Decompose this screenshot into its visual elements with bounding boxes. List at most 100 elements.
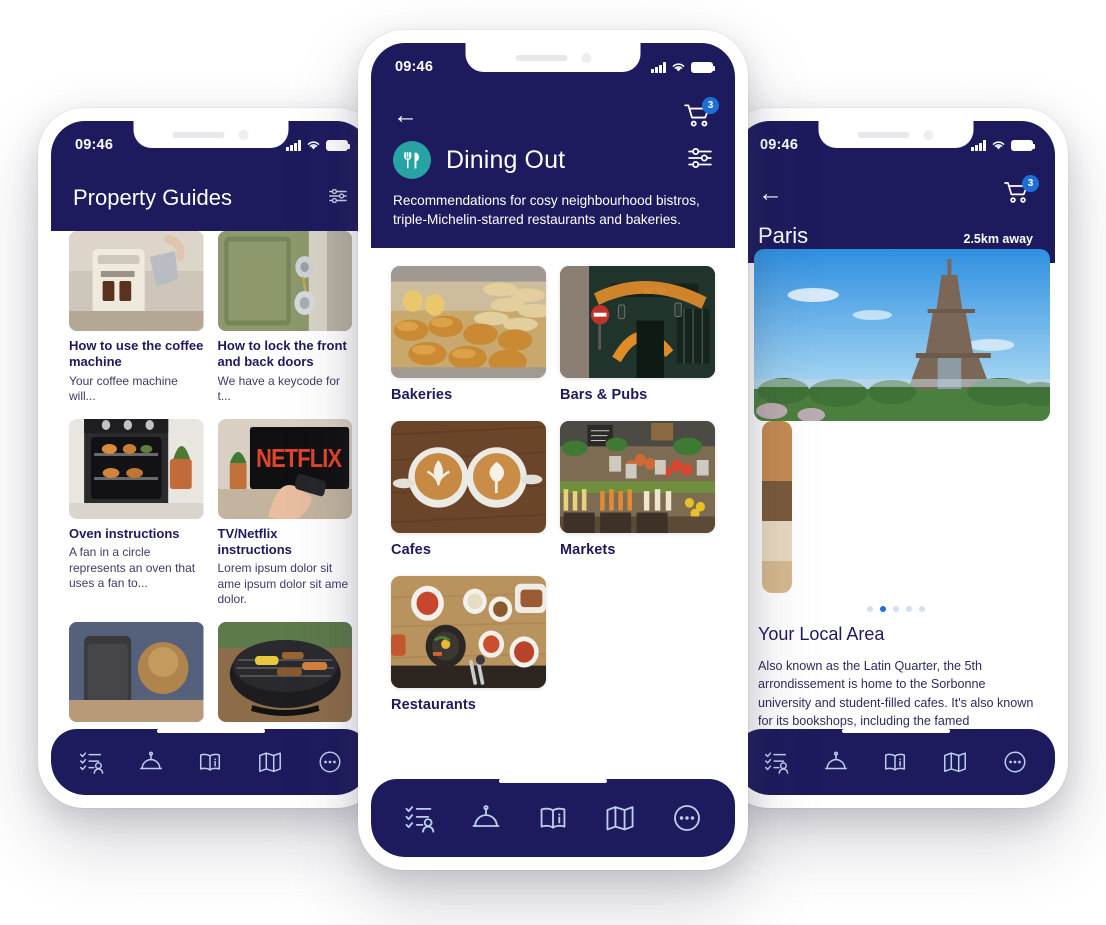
- home-indicator: [499, 779, 607, 783]
- room-service-bell-icon[interactable]: [823, 749, 849, 775]
- status-icons: [286, 139, 351, 151]
- pastries-photo: [391, 265, 546, 378]
- status-time: 09:46: [395, 59, 434, 75]
- room-service-bell-icon[interactable]: [138, 749, 164, 775]
- left-page-title-row: Property Guides: [51, 169, 370, 231]
- carousel-dot[interactable]: [892, 606, 899, 612]
- pub-facade-photo: N° 58: [560, 265, 715, 378]
- room-service-bell-icon[interactable]: [470, 802, 502, 834]
- center-header: 09:46 ← 3 Dining Out Recommendations for…: [371, 43, 735, 248]
- svg-text:NETFLIX: NETFLIX: [256, 444, 342, 473]
- hero-carousel[interactable]: [736, 249, 1055, 593]
- guide-card[interactable]: How to use the coffee machine Your coffe…: [69, 231, 204, 405]
- back-arrow-icon[interactable]: ←: [393, 102, 418, 128]
- signal-bars-icon: [971, 140, 986, 151]
- carousel-dot[interactable]: [918, 606, 925, 612]
- more-dots-icon[interactable]: [317, 749, 343, 775]
- category-tile[interactable]: Cafes: [391, 420, 546, 558]
- wifi-icon: [672, 63, 685, 72]
- status-time: 09:46: [75, 137, 114, 153]
- phone-left-screen: 09:46 Property Guides How to use the cof…: [51, 121, 370, 795]
- more-dots-icon[interactable]: [1002, 749, 1028, 775]
- guide-title: How to use the coffee machine: [69, 338, 204, 370]
- open-book-info-icon[interactable]: [197, 749, 223, 775]
- section-title: Your Local Area: [758, 624, 885, 644]
- right-topbar: ← 3: [736, 169, 1055, 215]
- filter-sliders-icon[interactable]: [687, 146, 713, 175]
- home-indicator: [841, 729, 950, 733]
- distance-label: 2.5km away: [963, 232, 1034, 246]
- carousel-dot-active[interactable]: [879, 606, 886, 612]
- center-title-row: Dining Out: [371, 137, 735, 179]
- carousel-dot[interactable]: [866, 606, 873, 612]
- map-icon[interactable]: [604, 802, 636, 834]
- cart-badge: 3: [1022, 175, 1039, 192]
- status-icons: [651, 61, 716, 73]
- page-title: Paris: [758, 223, 809, 248]
- earpiece-speaker: [172, 131, 225, 138]
- phone-right-screen: 09:46 ← 3 Paris 2.5km away Your Local Ar…: [736, 121, 1055, 795]
- carousel-dots[interactable]: [736, 593, 1055, 618]
- bbq-grill-photo: [217, 621, 352, 722]
- more-dots-icon[interactable]: [671, 802, 703, 834]
- notch-left: [133, 121, 288, 148]
- guide-card[interactable]: How to lock the front and back doors We …: [217, 231, 352, 405]
- guide-desc: A fan in a circle represents an oven tha…: [69, 544, 196, 591]
- checklist-person-icon[interactable]: [763, 749, 789, 775]
- battery-icon: [1011, 140, 1036, 151]
- guide-desc: Your coffee machine will...: [69, 373, 178, 404]
- back-arrow-icon[interactable]: ←: [758, 180, 783, 206]
- phone-left: 09:46 Property Guides How to use the cof…: [38, 108, 383, 808]
- carousel-next-photo: [762, 421, 792, 593]
- category-tile-label: Restaurants: [391, 696, 476, 713]
- map-icon[interactable]: [942, 749, 968, 775]
- category-tile-label: Bakeries: [391, 386, 453, 403]
- center-topbar: ← 3: [371, 91, 735, 137]
- wifi-icon: [992, 141, 1005, 150]
- tabbar-center: [371, 779, 735, 857]
- speaker-photo: [69, 621, 204, 722]
- cart-badge: 3: [702, 97, 719, 114]
- checklist-person-icon[interactable]: [403, 802, 435, 834]
- phone-right: 09:46 ← 3 Paris 2.5km away Your Local Ar…: [723, 108, 1068, 808]
- map-icon[interactable]: [257, 749, 283, 775]
- tabbar-right: [736, 729, 1055, 795]
- shopping-cart-button[interactable]: 3: [1003, 175, 1039, 207]
- category-tile-label: Cafes: [391, 541, 431, 558]
- home-indicator: [156, 729, 265, 733]
- notch-center: [465, 43, 641, 72]
- guide-title: How to lock the front and back doors: [217, 338, 347, 370]
- signal-bars-icon: [651, 62, 666, 73]
- category-tile[interactable]: N° 58 Bars & Pubs: [560, 265, 715, 403]
- earpiece-speaker: [515, 54, 567, 61]
- category-tile-label: Bars & Pubs: [560, 386, 648, 403]
- guide-card[interactable]: Oven instructions A fan in a circle repr…: [69, 418, 204, 608]
- screenshot-stage: 09:46 Property Guides How to use the cof…: [0, 0, 1106, 925]
- notch-right: [818, 121, 973, 148]
- open-book-info-icon[interactable]: [537, 802, 569, 834]
- front-camera: [923, 129, 934, 140]
- checklist-person-icon[interactable]: [78, 749, 104, 775]
- category-tile[interactable]: Restaurants: [391, 575, 546, 713]
- category-tiles-grid: Bakeries N° 58 Bars & Pubs Cafes Markets…: [371, 247, 735, 723]
- open-book-info-icon[interactable]: [882, 749, 908, 775]
- front-camera: [581, 52, 591, 63]
- category-tile[interactable]: Bakeries: [391, 265, 546, 403]
- property-guides-grid: How to use the coffee machine Your coffe…: [51, 231, 370, 795]
- green-door-lock-photo: [217, 231, 352, 331]
- carousel-dot[interactable]: [905, 606, 912, 612]
- tabbar-left: [51, 729, 370, 795]
- shopping-cart-button[interactable]: 3: [683, 97, 719, 129]
- cutlery-icon: [393, 141, 431, 179]
- page-title: Property Guides: [73, 185, 232, 210]
- category-tile[interactable]: Markets: [560, 420, 715, 558]
- guide-card[interactable]: NETFLIX TV/Netflix instructions Lorem ip…: [217, 418, 352, 608]
- filter-sliders-icon[interactable]: [328, 185, 348, 211]
- coffee-machine-photo: [69, 231, 204, 331]
- phone-center: 09:46 ← 3 Dining Out Recommendations for…: [358, 30, 748, 870]
- guide-title: Oven instructions: [69, 525, 180, 541]
- netflix-tv-photo: NETFLIX: [217, 418, 352, 519]
- battery-icon: [691, 62, 716, 73]
- status-time: 09:46: [760, 137, 799, 153]
- latte-art-photo: [391, 420, 546, 533]
